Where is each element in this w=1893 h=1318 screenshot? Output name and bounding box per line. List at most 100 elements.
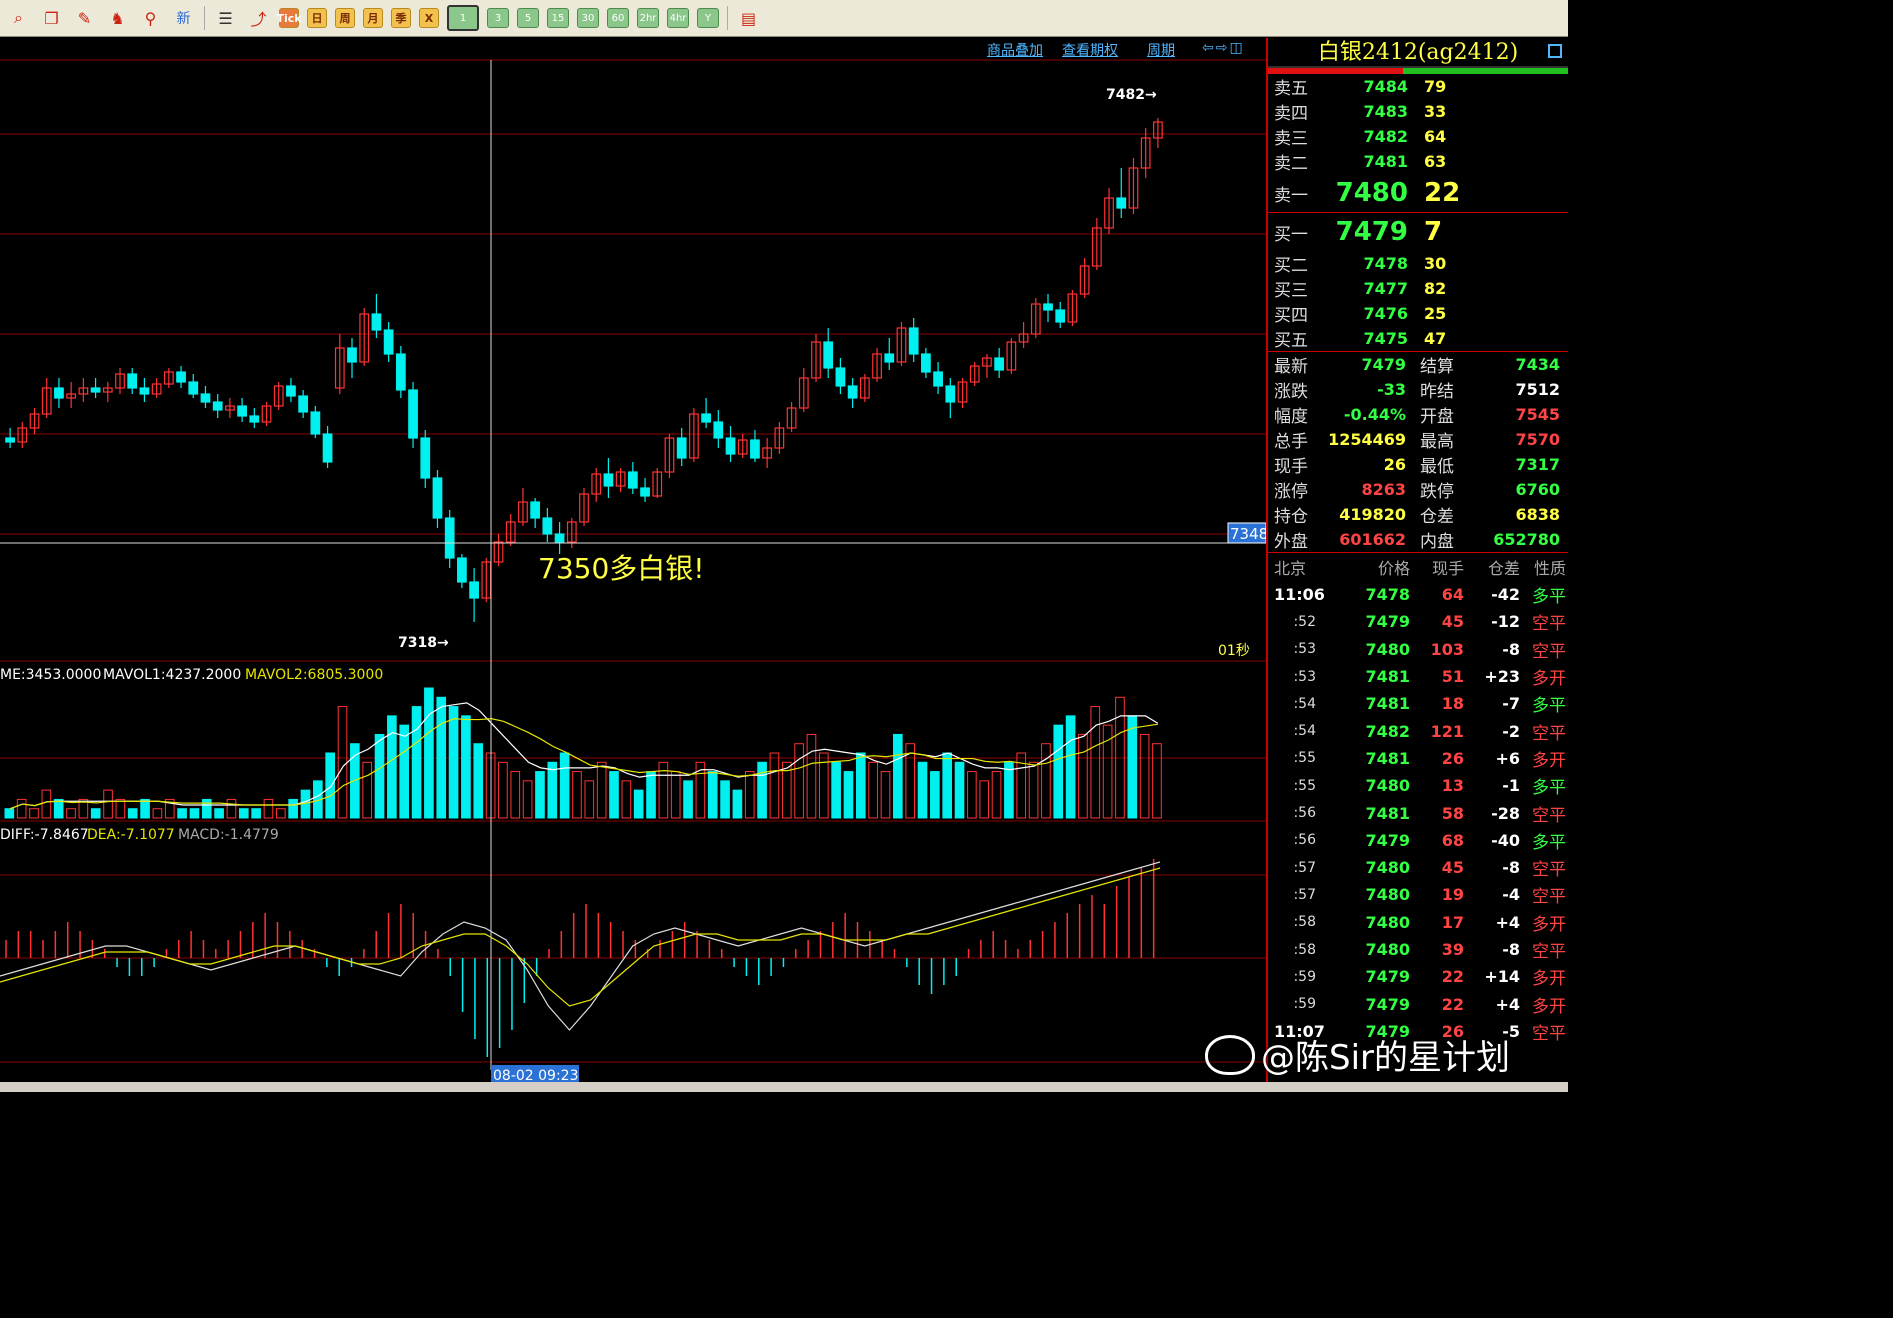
volume-bar xyxy=(942,752,953,819)
candle-body xyxy=(554,533,565,543)
search-icon[interactable]: ⌕ xyxy=(6,6,31,31)
tick-row[interactable]: :59 7479 22 +4 多开 xyxy=(1268,990,1568,1017)
tick-row[interactable]: :53 7480 103 -8 空平 xyxy=(1268,636,1568,663)
period-30m-button[interactable]: 30 xyxy=(577,8,599,28)
tick-row[interactable]: 11:06 7478 64 -42 多平 xyxy=(1268,581,1568,608)
tick-oi-change: +23 xyxy=(1484,667,1520,687)
bid-row[interactable]: 买三 7477 82 xyxy=(1268,276,1568,301)
tick-time: :53 xyxy=(1293,668,1316,685)
period-month-button[interactable]: 月 xyxy=(363,8,383,28)
filter-icon[interactable]: ⚲ xyxy=(138,6,163,31)
tick-price: 7481 xyxy=(1365,667,1410,687)
volume-bar xyxy=(201,798,212,819)
period-5m-button[interactable]: 5 xyxy=(517,8,539,28)
overlay-link[interactable]: 商品叠加 xyxy=(987,40,1043,60)
list-icon[interactable]: ☰ xyxy=(213,6,238,31)
volume-bar xyxy=(868,761,878,819)
period-60m-button[interactable]: 60 xyxy=(607,8,629,28)
options-link[interactable]: 查看期权 xyxy=(1062,40,1118,60)
tick-time: :55 xyxy=(1293,750,1316,767)
period-tick-button[interactable]: Tick xyxy=(276,8,302,28)
tick-row[interactable]: :55 7480 13 -1 多平 xyxy=(1268,772,1568,799)
tick-row[interactable]: :57 7480 19 -4 空平 xyxy=(1268,881,1568,908)
bid-label: 买二 xyxy=(1274,256,1308,276)
candle-body xyxy=(237,405,247,417)
bid-row[interactable]: 买五 7475 47 xyxy=(1268,326,1568,351)
weibo-logo-icon xyxy=(1205,1034,1255,1075)
period-link[interactable]: 周期 xyxy=(1147,40,1175,60)
low-price-label: 7318→ xyxy=(398,635,449,651)
ask-row[interactable]: 卖一 7480 22 xyxy=(1268,174,1568,212)
period-2hr-button[interactable]: 2hr xyxy=(637,8,659,28)
tick-row[interactable]: :58 7480 39 -8 空平 xyxy=(1268,936,1568,963)
ask-label: 卖四 xyxy=(1274,104,1308,124)
volume-bar xyxy=(288,798,298,819)
period-3m-button[interactable]: 3 xyxy=(487,8,509,28)
quote-row: 涨停 8263 跌停 6760 xyxy=(1268,477,1568,502)
candle-body xyxy=(188,381,199,395)
tick-row[interactable]: :54 7482 121 -2 空平 xyxy=(1268,717,1568,744)
period-4hr-button[interactable]: 4hr xyxy=(667,8,689,28)
volume-bar xyxy=(399,724,410,819)
quote-key: 现手 xyxy=(1274,457,1308,477)
tick-row[interactable]: :53 7481 51 +23 多开 xyxy=(1268,663,1568,690)
period-year-button[interactable]: Y xyxy=(697,8,719,28)
volume-legend-vol: ME:3453.0000 xyxy=(0,667,101,683)
tick-row[interactable]: :58 7480 17 +4 多开 xyxy=(1268,909,1568,936)
period-x-button[interactable]: X xyxy=(419,8,439,28)
period-15m-button[interactable]: 15 xyxy=(547,8,569,28)
ask-row[interactable]: 卖四 7483 33 xyxy=(1268,99,1568,124)
quote-key: 持仓 xyxy=(1274,507,1308,527)
volume-bar xyxy=(744,771,755,819)
tick-row[interactable]: :56 7481 58 -28 空平 xyxy=(1268,799,1568,826)
draw-icon[interactable]: ✎ xyxy=(72,6,97,31)
tick-price: 7479 xyxy=(1365,612,1410,632)
period-season-button[interactable]: 季 xyxy=(391,8,411,28)
volume-bar xyxy=(387,715,397,819)
bell-icon[interactable]: ♞ xyxy=(105,6,130,31)
quote-value: 6760 xyxy=(1515,480,1560,499)
window-toggle-icon[interactable] xyxy=(1548,44,1562,58)
tick-volume: 19 xyxy=(1441,885,1464,905)
calendar-icon[interactable]: ▤ xyxy=(736,6,761,31)
period-day-button[interactable]: 日 xyxy=(307,8,327,28)
volume-bar xyxy=(177,808,187,819)
tick-row[interactable]: :59 7479 22 +14 多开 xyxy=(1268,963,1568,990)
quote-key: 内盘 xyxy=(1420,532,1454,552)
tick-time: :56 xyxy=(1293,832,1316,849)
new-icon[interactable]: 新 xyxy=(171,6,196,31)
volume-bar xyxy=(226,798,237,819)
tick-row[interactable]: :55 7481 26 +6 多开 xyxy=(1268,745,1568,772)
tick-time: 11:06 xyxy=(1274,585,1325,605)
tick-row[interactable]: :54 7481 18 -7 多平 xyxy=(1268,690,1568,717)
chart-canvas[interactable]: 7482→ 7318→ 7348 7350多白银! 01秒 ME:3453.00… xyxy=(0,38,1266,1082)
bid-row[interactable]: 买一 7479 7 xyxy=(1268,213,1568,251)
quote-value: 7479 xyxy=(1361,355,1406,374)
ask-row[interactable]: 卖二 7481 63 xyxy=(1268,149,1568,174)
tick-row[interactable]: :52 7479 45 -12 空平 xyxy=(1268,608,1568,635)
ticks-header: 北京 价格 现手 仓差 性质 xyxy=(1268,553,1568,581)
tick-time: :58 xyxy=(1293,941,1316,958)
trend-icon[interactable]: ⤴ xyxy=(246,6,271,31)
tick-list[interactable]: 11:06 7478 64 -42 多平:52 7479 45 -12 空平:53 7480 103… xyxy=(1268,581,1568,1045)
tick-row[interactable]: :57 7480 45 -8 空平 xyxy=(1268,854,1568,881)
bid-row[interactable]: 买二 7478 30 xyxy=(1268,251,1568,276)
nav-arrows-icon[interactable]: ⇦⇨◫ xyxy=(1202,40,1245,56)
volume-bar xyxy=(757,761,767,819)
period-week-button[interactable]: 周 xyxy=(335,8,355,28)
quote-value: 7317 xyxy=(1515,455,1560,474)
tick-volume: 22 xyxy=(1441,994,1464,1014)
tick-volume: 45 xyxy=(1441,612,1464,632)
tick-price: 7482 xyxy=(1365,721,1410,741)
ask-row[interactable]: 卖五 7484 79 xyxy=(1268,74,1568,99)
tick-row[interactable]: :56 7479 68 -40 多平 xyxy=(1268,827,1568,854)
chart-area[interactable]: 7482→ 7318→ 7348 7350多白银! 01秒 ME:3453.00… xyxy=(0,38,1266,1082)
window-icon[interactable]: ❐ xyxy=(39,6,64,31)
tick-type: 空平 xyxy=(1532,614,1566,635)
ask-row[interactable]: 卖三 7482 64 xyxy=(1268,124,1568,149)
candle-body xyxy=(286,385,296,397)
status-bar xyxy=(0,1082,1568,1092)
bid-row[interactable]: 买四 7476 25 xyxy=(1268,301,1568,326)
quote-row: 最新 7479 结算 7434 xyxy=(1268,352,1568,377)
period-1m-button[interactable]: 1 xyxy=(447,5,479,31)
